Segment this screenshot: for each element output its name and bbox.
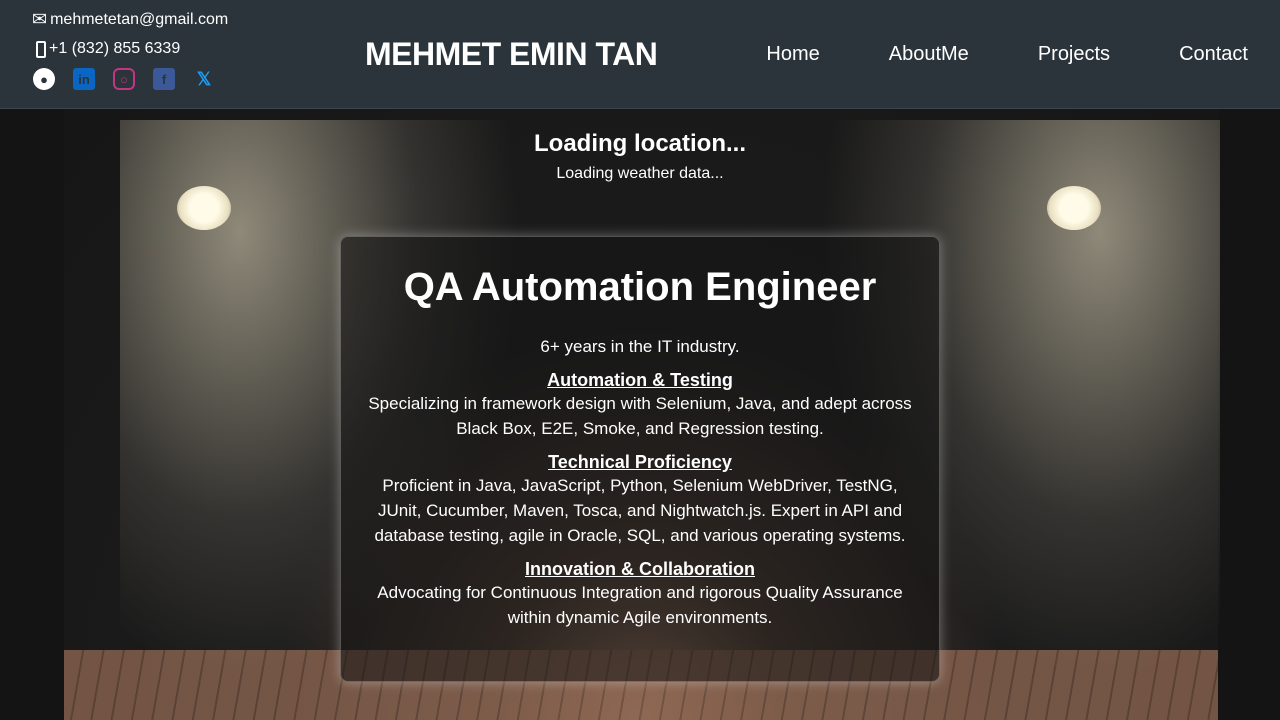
lamp-left — [177, 186, 231, 230]
main-nav: Home AboutMe Projects Contact — [766, 43, 1248, 66]
facebook-icon[interactable]: f — [153, 68, 175, 90]
envelope-icon: ✉ — [32, 9, 48, 29]
x-icon[interactable]: 𝕏 — [193, 68, 215, 90]
section-text: Specializing in framework design with Se… — [368, 394, 912, 438]
weather-data: Loading weather data... — [556, 165, 724, 182]
nav-contact[interactable]: Contact — [1179, 43, 1248, 66]
phone-icon — [36, 40, 46, 58]
section-heading: Technical Proficiency — [548, 452, 732, 472]
nav-home[interactable]: Home — [766, 43, 819, 66]
card-intro: 6+ years in the IT industry. — [540, 337, 740, 356]
section-text: Advocating for Continuous Integration an… — [377, 583, 903, 627]
brand-title[interactable]: MEHMET EMIN TAN — [365, 36, 658, 73]
section-heading: Innovation & Collaboration — [525, 559, 755, 579]
section-heading: Automation & Testing — [547, 370, 733, 390]
nav-aboutme[interactable]: AboutMe — [889, 43, 969, 66]
card-title: QA Automation Engineer — [403, 265, 877, 309]
linkedin-icon[interactable]: in — [73, 68, 95, 90]
lamp-right — [1047, 186, 1101, 230]
github-icon[interactable]: ● — [33, 68, 55, 90]
instagram-icon[interactable]: ○ — [113, 68, 135, 90]
phone-link[interactable]: +1 (832) 855 6339 — [36, 40, 180, 58]
section-text: Proficient in Java, JavaScript, Python, … — [374, 476, 906, 545]
email-link[interactable]: ✉ mehmetetan@gmail.com — [32, 9, 228, 30]
nav-projects[interactable]: Projects — [1038, 43, 1110, 66]
site-header: ✉ mehmetetan@gmail.com +1 (832) 855 6339… — [0, 0, 1280, 109]
profile-card: QA Automation Engineer 6+ years in the I… — [340, 236, 940, 682]
weather-location: Loading location... — [534, 130, 746, 157]
